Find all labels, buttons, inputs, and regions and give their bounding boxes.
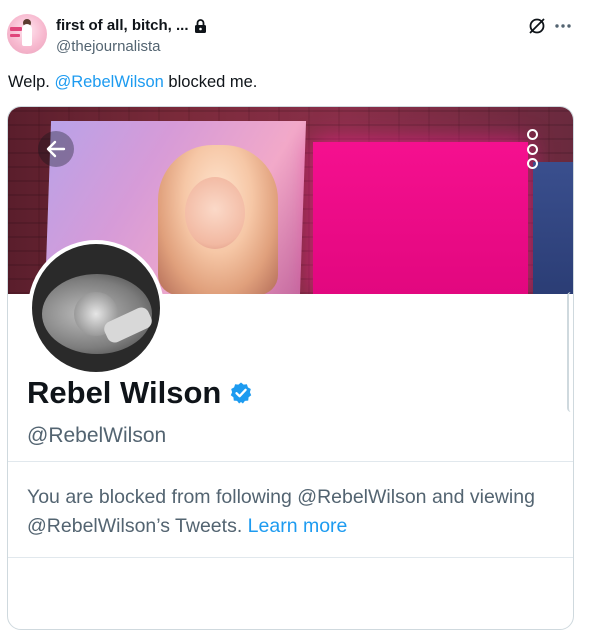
profile-name-text: Rebel Wilson	[27, 375, 222, 410]
tweet-text: Welp. @RebelWilson blocked me.	[8, 73, 257, 92]
author-name-line[interactable]: first of all, bitch, ...	[56, 17, 207, 34]
avatar-text-mark	[10, 34, 20, 37]
back-button[interactable]	[38, 131, 74, 167]
attached-screenshot[interactable]: Rebel Wilson @RebelWilson You are blocke…	[7, 106, 574, 630]
menu-dot	[526, 158, 538, 169]
divider	[8, 461, 573, 462]
avatar-figure	[22, 24, 32, 46]
banner-pink-panel	[313, 142, 528, 294]
profile-handle: @RebelWilson	[27, 424, 167, 447]
avatar-text-mark	[10, 27, 22, 31]
verified-badge-icon[interactable]	[229, 381, 253, 405]
profile-display-name: Rebel Wilson	[27, 375, 253, 411]
author-avatar[interactable]	[7, 14, 47, 54]
tweet-text-before: Welp.	[8, 73, 55, 91]
lock-icon	[194, 18, 206, 33]
menu-dot	[526, 129, 538, 140]
scrollbar-hint	[567, 292, 573, 412]
menu-dot	[526, 143, 538, 155]
profile-avatar[interactable]	[28, 240, 164, 376]
author-handle[interactable]: @thejournalista	[56, 38, 160, 55]
back-arrow-icon	[46, 140, 66, 158]
divider	[8, 557, 573, 558]
banner-blue-panel	[533, 162, 573, 294]
banner-photo-face	[185, 177, 245, 249]
learn-more-link[interactable]: Learn more	[248, 515, 348, 537]
more-dots-icon[interactable]	[553, 16, 573, 36]
mention-link[interactable]: @RebelWilson	[54, 73, 163, 91]
blocked-message: You are blocked from following @RebelWil…	[27, 483, 547, 541]
author-name[interactable]: first of all, bitch, ...	[56, 17, 189, 34]
grok-icon[interactable]	[527, 16, 547, 36]
tweet-header: first of all, bitch, ... @thejournalista	[0, 0, 597, 70]
tweet-text-after: blocked me.	[163, 73, 258, 91]
vertical-dots-icon[interactable]	[518, 129, 546, 169]
